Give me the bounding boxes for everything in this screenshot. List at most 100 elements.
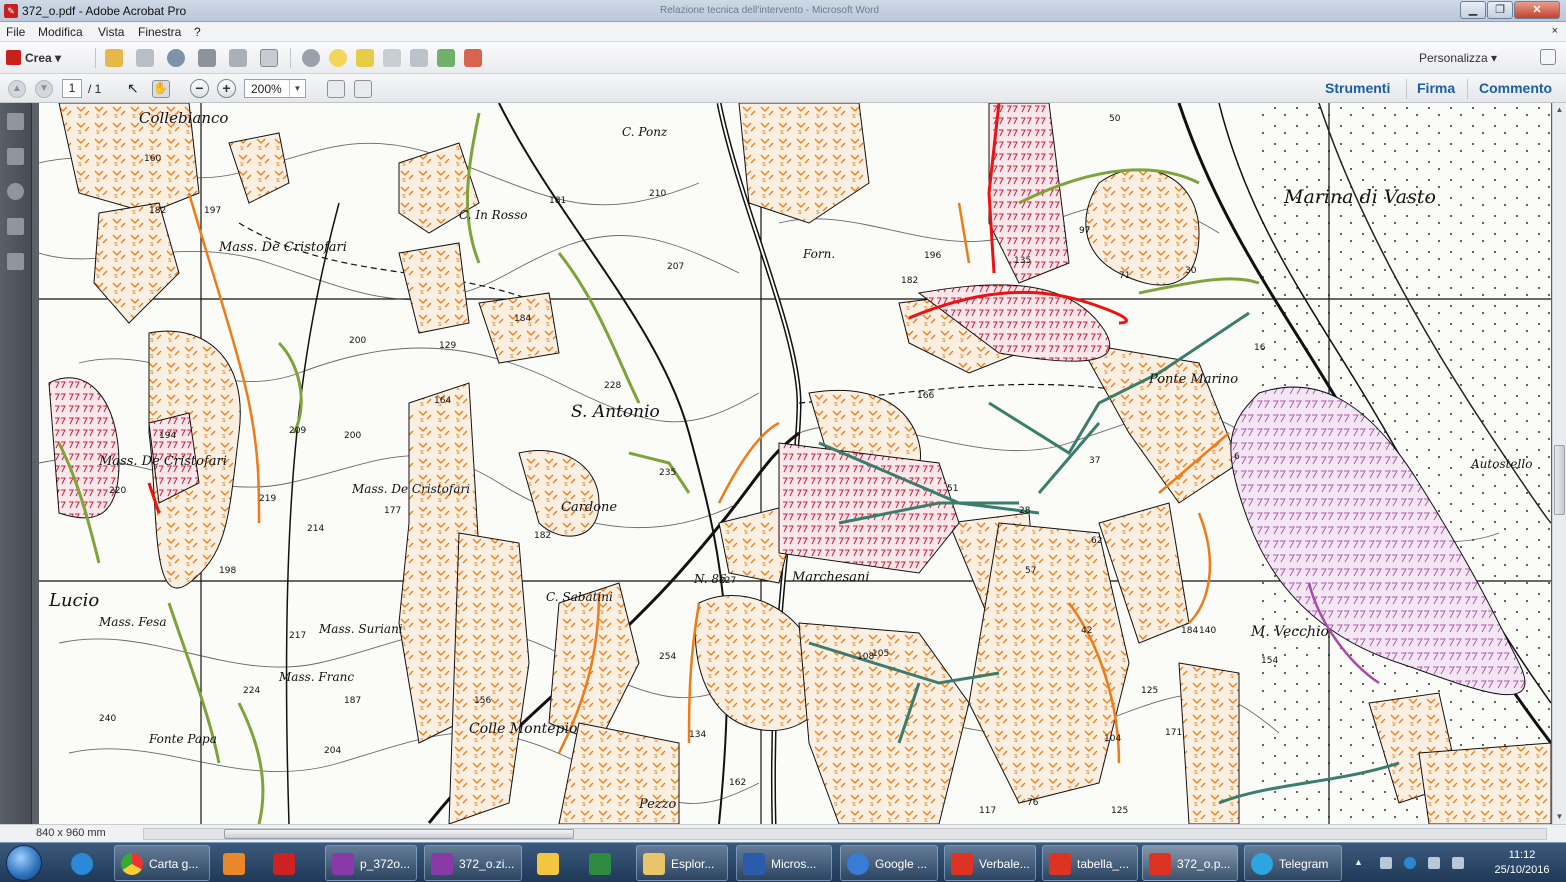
- highlight-icon[interactable]: [356, 49, 374, 67]
- zoom-in-button[interactable]: +: [217, 79, 236, 98]
- horizontal-scroll-thumb[interactable]: [224, 829, 574, 839]
- sync-icon[interactable]: [1380, 857, 1392, 869]
- menu-help[interactable]: ?: [194, 25, 201, 39]
- spot-height: 37: [1089, 456, 1100, 466]
- upload-icon[interactable]: [167, 49, 185, 67]
- document-close-button[interactable]: ×: [1552, 25, 1558, 37]
- attachments-icon[interactable]: [7, 183, 24, 200]
- layers-icon[interactable]: [7, 218, 24, 235]
- settings-icon[interactable]: [302, 49, 320, 67]
- comment-icon[interactable]: [329, 49, 347, 67]
- menu-modifica[interactable]: Modifica: [38, 25, 83, 39]
- menu-finestra[interactable]: Finestra: [138, 25, 181, 39]
- bookmarks-icon[interactable]: [7, 148, 24, 165]
- next-page-button[interactable]: ▼: [35, 80, 53, 98]
- edit-icon[interactable]: [229, 49, 247, 67]
- taskbar-item[interactable]: Google ...: [840, 845, 938, 881]
- clock[interactable]: 11:12 25/10/2016: [1490, 848, 1554, 878]
- attach-icon[interactable]: [410, 49, 428, 67]
- taskbar-item[interactable]: [216, 845, 258, 881]
- select-tool-icon[interactable]: ↖: [127, 80, 145, 98]
- winrar-icon: [431, 853, 453, 875]
- menu-file[interactable]: File: [6, 25, 25, 39]
- taskbar-label: Esplor...: [671, 857, 715, 871]
- taskbar-label: 372_o.zi...: [459, 857, 515, 871]
- map-label: S. Antonio: [571, 402, 660, 422]
- network-icon[interactable]: [1428, 857, 1440, 869]
- close-button[interactable]: ✕: [1514, 1, 1560, 19]
- taskbar-item[interactable]: tabella_...: [1042, 845, 1138, 881]
- taskbar-item[interactable]: Esplor...: [636, 845, 728, 881]
- zoom-level-select[interactable]: 200% ▼: [244, 79, 306, 98]
- open-icon[interactable]: [105, 49, 123, 67]
- page-thumbnails-icon[interactable]: [7, 113, 24, 130]
- taskbar-item[interactable]: Telegram: [1244, 845, 1342, 881]
- page-number-input[interactable]: 1: [62, 79, 82, 98]
- zoom-out-button[interactable]: −: [190, 79, 209, 98]
- crea-button[interactable]: Crea ▾: [6, 50, 61, 65]
- fit-page-icon[interactable]: [327, 80, 345, 98]
- menu-vista[interactable]: Vista: [98, 25, 124, 39]
- spot-height: 140: [1199, 626, 1216, 636]
- taskbar-item[interactable]: 372_o.zi...: [424, 845, 522, 881]
- signatures-icon[interactable]: [7, 253, 24, 270]
- horizontal-scrollbar[interactable]: [143, 828, 1547, 840]
- document-canvas[interactable]: s: [32, 103, 1552, 824]
- skype-icon[interactable]: [1404, 857, 1416, 869]
- fit-width-icon[interactable]: [354, 80, 372, 98]
- export-icon[interactable]: [437, 49, 455, 67]
- chrome-icon: [121, 853, 143, 875]
- taskbar-label: Google ...: [875, 857, 928, 871]
- print-icon[interactable]: [198, 49, 216, 67]
- previous-page-button[interactable]: ▲: [8, 80, 26, 98]
- spot-height: 160: [144, 154, 161, 164]
- volume-icon[interactable]: [1452, 857, 1464, 869]
- word-icon: [743, 853, 765, 875]
- tab-commento[interactable]: Commento: [1479, 80, 1552, 96]
- spot-height: 16: [1254, 343, 1266, 353]
- taskbar-item[interactable]: Carta g...: [114, 845, 210, 881]
- fullscreen-icon[interactable]: [1540, 49, 1556, 65]
- tab-strumenti[interactable]: Strumenti: [1325, 80, 1390, 96]
- spot-height: 240: [99, 714, 116, 724]
- fill-sign-icon[interactable]: [464, 49, 482, 67]
- spot-height: 182: [901, 276, 918, 286]
- taskbar-item[interactable]: [266, 845, 316, 881]
- start-button[interactable]: [6, 845, 42, 881]
- tab-separator: [1467, 79, 1468, 99]
- vertical-scroll-thumb[interactable]: [1554, 445, 1565, 515]
- minimize-button[interactable]: ▁: [1460, 1, 1486, 19]
- spot-height: 200: [344, 431, 361, 441]
- vertical-scrollbar[interactable]: ▲ ▼: [1552, 103, 1566, 824]
- spot-height: 71: [1119, 271, 1130, 281]
- taskbar-label: Carta g...: [149, 857, 199, 871]
- google-earth-icon: [847, 853, 869, 875]
- email-icon[interactable]: [260, 49, 278, 67]
- page-size-label: 840 x 960 mm: [36, 827, 106, 839]
- tab-firma[interactable]: Firma: [1417, 80, 1455, 96]
- spot-height: 254: [659, 652, 676, 662]
- save-icon[interactable]: [136, 49, 154, 67]
- personalizza-dropdown[interactable]: Personalizza ▾: [1419, 51, 1497, 65]
- spot-height: 135: [1014, 256, 1031, 266]
- clock-date: 25/10/2016: [1494, 864, 1550, 876]
- spot-height: 209: [289, 426, 306, 436]
- scroll-down-icon[interactable]: ▼: [1553, 810, 1566, 824]
- taskbar-item[interactable]: Verbale...: [944, 845, 1036, 881]
- taskbar-item[interactable]: p_372o...: [325, 845, 417, 881]
- restore-button[interactable]: ❐: [1487, 1, 1513, 19]
- stamp-icon[interactable]: [383, 49, 401, 67]
- pdf-icon: [951, 853, 973, 875]
- hand-tool-icon[interactable]: ✋: [152, 80, 170, 98]
- taskbar-item-active[interactable]: 372_o.p...: [1142, 845, 1238, 881]
- taskbar-item[interactable]: [64, 845, 106, 881]
- spot-height: 62: [1091, 536, 1102, 546]
- spot-height: 210: [649, 189, 666, 199]
- taskbar-item[interactable]: [582, 845, 628, 881]
- crea-label: Crea: [25, 51, 52, 65]
- taskbar-item[interactable]: [530, 845, 576, 881]
- show-hidden-icons-icon[interactable]: ▲: [1354, 857, 1366, 869]
- scroll-up-icon[interactable]: ▲: [1553, 103, 1566, 117]
- spot-height: 57: [1025, 566, 1036, 576]
- taskbar-item[interactable]: Micros...: [736, 845, 832, 881]
